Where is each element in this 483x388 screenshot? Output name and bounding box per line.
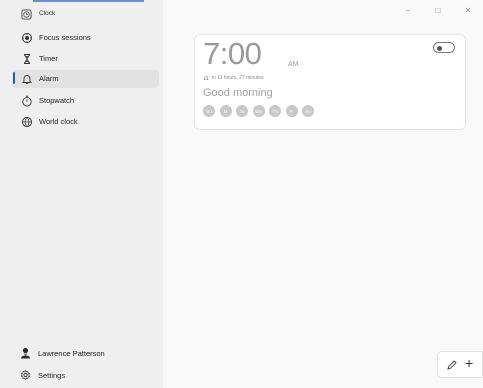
clock-app-icon <box>21 9 32 20</box>
close-button[interactable]: ✕ <box>453 6 483 18</box>
sidebar-item-label: Alarm <box>39 74 59 83</box>
alarm-ampm: AM <box>288 61 299 68</box>
alarm-time: 7:00 <box>203 36 262 71</box>
alarm-remaining: in 11 hours, 27 minutes <box>203 75 264 81</box>
settings-label: Settings <box>38 371 66 380</box>
account-name: Lawrence Patterson <box>38 349 105 358</box>
settings-button[interactable]: Settings <box>20 369 160 383</box>
sidebar: Clock Focus sessions Timer Alarm Stopwat… <box>0 0 163 388</box>
day-bubble: M <box>219 105 232 117</box>
hourglass-icon <box>24 54 30 64</box>
bell-small-icon <box>203 76 209 81</box>
sidebar-item-alarm[interactable]: Alarm <box>12 70 159 88</box>
app-title: Clock <box>39 10 56 17</box>
sidebar-item-label: World clock <box>39 117 78 126</box>
bell-icon <box>21 75 33 84</box>
sidebar-item-world-clock[interactable]: World clock <box>12 113 159 131</box>
alarm-days: Su M Tu We Th Fr Sa <box>203 105 319 117</box>
day-bubble: Th <box>269 105 281 117</box>
account-button[interactable]: Lawrence Patterson <box>20 347 160 361</box>
title-accent-line <box>33 0 144 2</box>
alarm-toggle[interactable] <box>433 42 455 53</box>
clock-window: Clock Focus sessions Timer Alarm Stopwat… <box>0 0 483 388</box>
sidebar-item-stopwatch[interactable]: Stopwatch <box>12 92 159 110</box>
alarm-remaining-text: in 11 hours, 27 minutes <box>212 75 264 81</box>
alarm-card[interactable]: 7:00 AM in 11 hours, 27 minutes Good mor… <box>194 34 466 130</box>
sidebar-item-focus-sessions[interactable]: Focus sessions <box>12 29 159 47</box>
globe-icon <box>21 116 33 128</box>
sidebar-item-label: Stopwatch <box>39 96 75 105</box>
alarm-name: Good morning <box>203 87 273 99</box>
edit-icon[interactable] <box>446 359 458 371</box>
sidebar-item-label: Timer <box>39 54 58 63</box>
stopwatch-icon <box>22 95 32 107</box>
sidebar-item-label: Focus sessions <box>39 33 91 42</box>
toggle-knob <box>437 45 442 51</box>
day-bubble: Su <box>203 105 215 117</box>
day-bubble: Sa <box>302 105 314 117</box>
day-bubble: We <box>252 105 265 117</box>
window-controls: – □ ✕ <box>393 6 483 18</box>
alarm-command-bar: + <box>437 351 483 378</box>
maximize-button[interactable]: □ <box>423 6 453 18</box>
day-bubble: Tu <box>236 105 248 117</box>
gear-icon <box>20 369 31 381</box>
add-alarm-button[interactable]: + <box>465 356 473 370</box>
user-avatar-icon <box>21 347 30 359</box>
focus-icon <box>22 33 32 43</box>
sidebar-item-timer[interactable]: Timer <box>12 50 159 68</box>
day-bubble: Fr <box>285 105 298 117</box>
active-indicator <box>13 72 15 84</box>
main-content: – □ ✕ 7:00 AM in 11 hours, 27 minutes Go… <box>163 0 483 388</box>
minimize-button[interactable]: – <box>393 6 423 18</box>
